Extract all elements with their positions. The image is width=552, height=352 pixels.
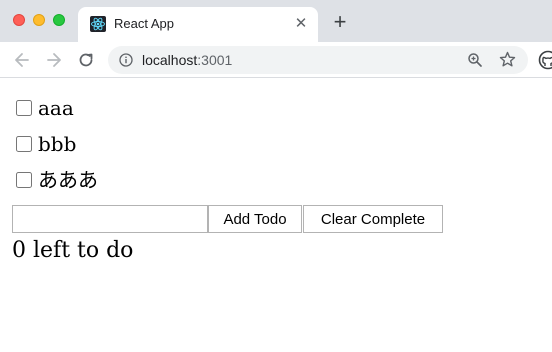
page-content: aaa bbb あああ Add Todo Clear Complete 0 le…: [0, 79, 552, 352]
tab-title: React App: [114, 16, 174, 31]
url-host: localhost: [142, 52, 198, 68]
star-icon[interactable]: [499, 51, 516, 68]
browser-toolbar: localhost:3001: [0, 42, 552, 78]
todo-item: bbb: [16, 132, 76, 156]
react-logo-icon: [90, 16, 106, 32]
new-tab-button[interactable]: +: [330, 11, 350, 33]
github-icon[interactable]: [538, 50, 552, 70]
reload-icon[interactable]: [76, 50, 96, 70]
todo-checkbox[interactable]: [16, 136, 32, 152]
active-tab[interactable]: React App ✕: [78, 7, 318, 42]
todo-checkbox[interactable]: [16, 172, 32, 188]
info-icon[interactable]: [119, 53, 133, 67]
remaining-count: 0 left to do: [12, 238, 134, 263]
todo-input[interactable]: [12, 205, 208, 233]
zoom-icon[interactable]: [467, 52, 483, 68]
todo-label: bbb: [38, 132, 77, 156]
todo-item: あああ: [16, 168, 98, 192]
clear-complete-button[interactable]: Clear Complete: [303, 205, 443, 233]
close-window-button[interactable]: [13, 14, 25, 26]
add-todo-button[interactable]: Add Todo: [208, 205, 302, 233]
maximize-window-button[interactable]: [53, 14, 65, 26]
add-todo-form: Add Todo Clear Complete: [12, 205, 443, 233]
close-icon[interactable]: ✕: [292, 15, 310, 33]
forward-arrow-icon[interactable]: [44, 50, 64, 70]
back-arrow-icon[interactable]: [12, 50, 32, 70]
todo-checkbox[interactable]: [16, 100, 32, 116]
url-port: :3001: [197, 52, 233, 68]
address-bar[interactable]: localhost:3001: [108, 46, 528, 74]
tab-bar: React App ✕ +: [0, 0, 552, 42]
url-text: localhost:3001: [142, 52, 232, 68]
minimize-window-button[interactable]: [33, 14, 45, 26]
todo-item: aaa: [16, 96, 74, 120]
todo-label: あああ: [38, 168, 98, 192]
todo-label: aaa: [38, 96, 74, 120]
